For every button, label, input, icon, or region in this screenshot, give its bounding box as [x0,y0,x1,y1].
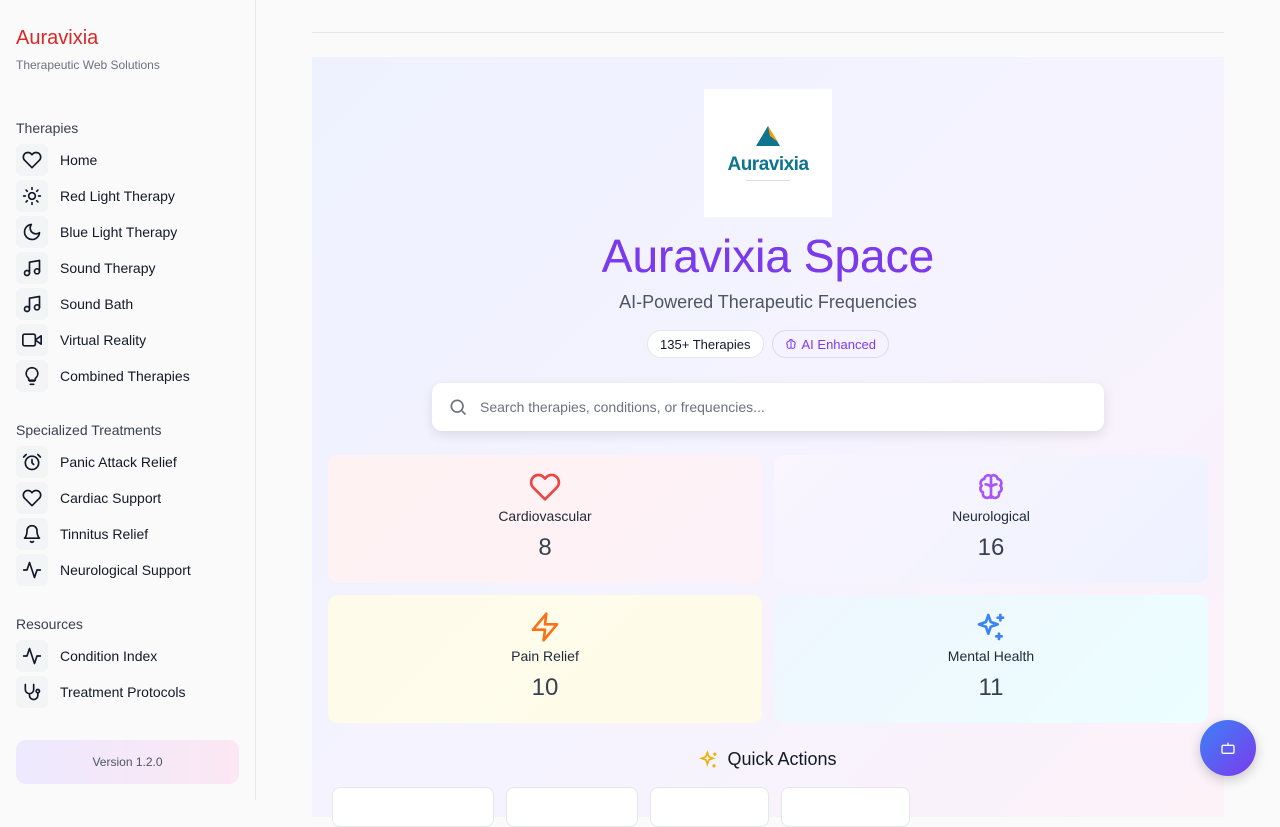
quick-actions-row [332,787,910,827]
nav-group-label: Resources [16,616,83,632]
alarm-clock-icon [16,446,48,478]
sun-icon [16,180,48,212]
heart-icon [529,473,561,501]
quick-actions-title: Quick Actions [727,749,837,769]
sidebar-item-neurological-support[interactable]: Neurological Support [16,552,239,588]
quick-action-button[interactable] [781,787,910,827]
bot-icon [1221,742,1235,754]
bell-icon [16,518,48,550]
quick-action-button[interactable] [332,787,494,827]
category-label: Cardiovascular [498,508,592,524]
sidebar-item-blue-light-therapy[interactable]: Blue Light Therapy [16,214,239,250]
activity-icon [16,554,48,586]
quick-action-button[interactable] [650,787,769,827]
sidebar-item-label: Virtual Reality [60,332,147,348]
sidebar-item-panic-attack-relief[interactable]: Panic Attack Relief [16,444,239,480]
sidebar-item-label: Tinnitus Relief [60,526,149,542]
nav-group-therapies: Therapies Home Red Light Therapy Blue Li… [16,120,239,394]
sparkles-icon [699,749,717,767]
sidebar-item-label: Combined Therapies [60,368,190,384]
sidebar-item-sound-bath[interactable]: Sound Bath [16,286,239,322]
brain-icon [785,338,796,349]
sidebar-item-treatment-protocols[interactable]: Treatment Protocols [16,674,239,710]
therapy-count-badge: 135+ Therapies [647,330,764,358]
sidebar-item-label: Neurological Support [60,562,191,578]
page-subtitle: AI-Powered Therapeutic Frequencies [619,292,917,312]
category-count: 10 [531,674,559,701]
zap-icon [531,612,559,642]
category-card-cardiovascular[interactable]: Cardiovascular 8 [328,455,762,583]
ai-assistant-button[interactable] [1200,720,1256,776]
stethoscope-icon [16,676,48,708]
search-icon [450,399,467,416]
sidebar-item-label: Blue Light Therapy [60,224,178,240]
music-icon [16,288,48,320]
brand: Auravixia Therapeutic Web Solutions [16,0,239,72]
sidebar-item-sound-therapy[interactable]: Sound Therapy [16,250,239,286]
category-count: 11 [978,674,1004,701]
sidebar-item-virtual-reality[interactable]: Virtual Reality [16,322,239,358]
sidebar-item-combined-therapies[interactable]: Combined Therapies [16,358,239,394]
sidebar-item-condition-index[interactable]: Condition Index [16,638,239,674]
category-label: Neurological [952,508,1030,524]
sidebar-item-label: Red Light Therapy [60,188,175,204]
nav-group-label: Therapies [16,120,79,136]
sidebar-item-label: Condition Index [60,648,158,664]
sidebar-item-label: Sound Bath [60,296,134,312]
ai-enhanced-badge: AI Enhanced [771,330,889,358]
category-card-neurological[interactable]: Neurological 16 [774,455,1208,583]
sidebar-item-cardiac-support[interactable]: Cardiac Support [16,480,239,516]
category-card-pain-relief[interactable]: Pain Relief 10 [328,595,762,723]
sidebar-item-label: Sound Therapy [60,260,156,276]
logo: Auravixia ——————————— [704,89,832,217]
lightbulb-icon [16,360,48,392]
heart-icon [16,144,48,176]
video-icon [16,324,48,356]
logo-tagline: ——————————— [746,177,790,182]
search-input[interactable] [480,399,1080,415]
activity-icon [16,640,48,672]
nav-group-specialized: Specialized Treatments Panic Attack Reli… [16,422,239,588]
sidebar-item-label: Treatment Protocols [60,684,186,700]
sidebar-item-tinnitus-relief[interactable]: Tinnitus Relief [16,516,239,552]
quick-actions-heading: Quick Actions [312,749,1224,770]
moon-icon [16,216,48,248]
category-card-mental-health[interactable]: Mental Health 11 [774,595,1208,723]
header-divider [312,32,1224,33]
logo-mark-icon [756,126,780,146]
category-label: Pain Relief [511,648,579,664]
brand-title[interactable]: Auravixia [16,26,239,50]
brand-subtitle: Therapeutic Web Solutions [16,58,160,72]
sidebar-item-label: Panic Attack Relief [60,454,177,470]
sidebar: Auravixia Therapeutic Web Solutions Ther… [0,0,256,800]
version-badge: Version 1.2.0 [16,740,239,784]
logo-wordmark: Auravixia [727,154,809,175]
search-bar [432,383,1104,431]
category-count: 16 [977,534,1005,561]
sparkles-icon [977,613,1005,641]
page-title: Auravixia Space [312,229,1224,283]
nav-group-resources: Resources Condition Index Treatment Prot… [16,616,239,710]
hero-badges: 135+ Therapies AI Enhanced [312,330,1224,358]
sidebar-item-home[interactable]: Home [16,142,239,178]
ai-enhanced-label: AI Enhanced [801,336,876,352]
quick-action-button[interactable] [506,787,638,827]
category-grid: Cardiovascular 8 Neurological 16 Pain Re… [328,455,1208,723]
heart-icon [16,482,48,514]
sidebar-item-label: Cardiac Support [60,490,162,506]
category-count: 8 [538,534,552,561]
nav-group-label: Specialized Treatments [16,422,162,438]
sidebar-item-red-light-therapy[interactable]: Red Light Therapy [16,178,239,214]
category-label: Mental Health [947,648,1035,664]
hero-section: Auravixia ——————————— Auravixia Space AI… [312,57,1224,827]
brain-icon [979,473,1003,500]
main-content: Auravixia ——————————— Auravixia Space AI… [256,0,1280,827]
music-icon [16,252,48,284]
sidebar-item-label: Home [60,152,98,168]
